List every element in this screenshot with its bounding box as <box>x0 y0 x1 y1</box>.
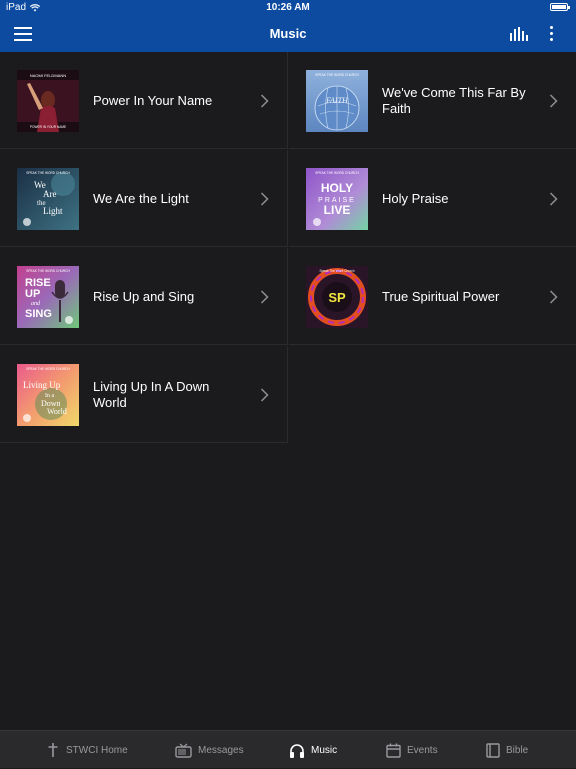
album-title: Living Up In A Down World <box>93 379 210 410</box>
cross-icon <box>48 743 58 757</box>
album-title: True Spiritual Power <box>382 289 500 304</box>
album-art: NAOMI FELDMANN POWER IN YOUR NAME <box>17 70 79 132</box>
calendar-icon <box>386 743 401 758</box>
now-playing-icon[interactable] <box>510 27 528 41</box>
album-cell-weve-come-this-far[interactable]: SPEAK THE WORD CHURCH FAITH We've Come T… <box>289 52 576 149</box>
album-art: SPEAK THE WORD CHURCH FAITH <box>306 70 368 132</box>
album-art-text: POWER IN YOUR NAME <box>30 125 66 129</box>
chevron-right-icon <box>260 94 269 108</box>
album-art-text: World <box>47 407 67 416</box>
album-art-text: SING <box>25 308 52 320</box>
more-options-icon[interactable] <box>544 25 560 43</box>
tab-messages[interactable]: Messages <box>175 731 244 769</box>
chevron-right-icon <box>549 94 558 108</box>
status-bar: iPad 10:26 AM <box>0 0 576 16</box>
album-art-text: Living Up <box>23 380 61 390</box>
album-cell-living-up-in-a-down-world[interactable]: SPEAK THE WORD CHURCH Living Up In a Dow… <box>0 346 288 443</box>
tv-icon <box>175 743 192 758</box>
chevron-right-icon <box>260 388 269 402</box>
headphones-icon <box>290 743 304 758</box>
chevron-right-icon <box>549 290 558 304</box>
album-art-text: SPEAK THE WORD CHURCH <box>26 367 70 371</box>
album-cell-we-are-the-light[interactable]: SPEAK THE WORD CHURCH We Are the Light W… <box>0 150 288 247</box>
album-art-text: LIVE <box>324 203 351 217</box>
album-cell-power-in-your-name[interactable]: NAOMI FELDMANN POWER IN YOUR NAME Power … <box>0 52 288 149</box>
album-art-text: Light <box>43 206 63 216</box>
page-title: Music <box>269 26 307 41</box>
chevron-right-icon <box>260 290 269 304</box>
album-title: Rise Up and Sing <box>93 289 195 304</box>
chevron-right-icon <box>260 192 269 206</box>
status-time: 10:26 AM <box>266 2 310 13</box>
album-title: Power In Your Name <box>93 93 213 108</box>
tab-label: STWCI Home <box>66 744 128 756</box>
album-cell-holy-praise[interactable]: SPEAK THE WORD CHURCH HOLY PRAISE LIVE H… <box>289 150 576 247</box>
album-cell-rise-up-and-sing[interactable]: SPEAK THE WORD CHURCH RISE UP and SING R… <box>0 248 288 345</box>
battery-icon <box>550 3 570 11</box>
album-art-text: NAOMI FELDMANN <box>30 73 66 78</box>
tab-events[interactable]: Events <box>386 731 438 769</box>
album-art-text: Speak The Word Church <box>320 269 355 273</box>
album-title: We Are the Light <box>93 191 189 206</box>
album-art-text: Are <box>43 189 57 199</box>
album-art-text: HOLY <box>321 181 353 195</box>
album-art-text: SPEAK THE WORD CHURCH <box>26 171 70 175</box>
tab-stwci-home[interactable]: STWCI Home <box>46 731 128 769</box>
album-art-text: SPEAK THE WORD CHURCH <box>315 73 359 77</box>
tab-music[interactable]: Music <box>289 731 337 769</box>
album-art-text: SP <box>328 290 346 305</box>
tab-bar: STWCI Home Messages Music Events Bible <box>0 730 576 768</box>
chevron-right-icon <box>549 192 558 206</box>
album-title: Holy Praise <box>382 191 449 206</box>
tab-label: Music <box>311 744 338 756</box>
album-art: Speak The Word Church SP <box>306 266 368 328</box>
nav-bar: Music <box>0 16 576 52</box>
book-icon <box>486 742 500 758</box>
album-art-text: FAITH <box>325 96 349 105</box>
album-cell-true-spiritual-power[interactable]: Speak The Word Church SP True Spiritual … <box>289 248 576 345</box>
tab-bible[interactable]: Bible <box>486 731 528 769</box>
album-art: SPEAK THE WORD CHURCH Living Up In a Dow… <box>17 364 79 426</box>
album-art: SPEAK THE WORD CHURCH HOLY PRAISE LIVE <box>306 168 368 230</box>
album-art: SPEAK THE WORD CHURCH We Are the Light <box>17 168 79 230</box>
album-art-text: UP <box>25 288 40 300</box>
tab-label: Bible <box>506 744 529 756</box>
top-bar: iPad 10:26 AM Music <box>0 0 576 52</box>
album-art: SPEAK THE WORD CHURCH RISE UP and SING <box>17 266 79 328</box>
album-art-text: SPEAK THE WORD CHURCH <box>315 171 359 175</box>
tab-label: Events <box>407 744 438 756</box>
tab-label: Messages <box>198 744 244 756</box>
album-art-text: SPEAK THE WORD CHURCH <box>26 269 70 273</box>
album-title: We've Come This Far By Faith <box>382 85 526 116</box>
album-art-text: and <box>31 301 41 307</box>
